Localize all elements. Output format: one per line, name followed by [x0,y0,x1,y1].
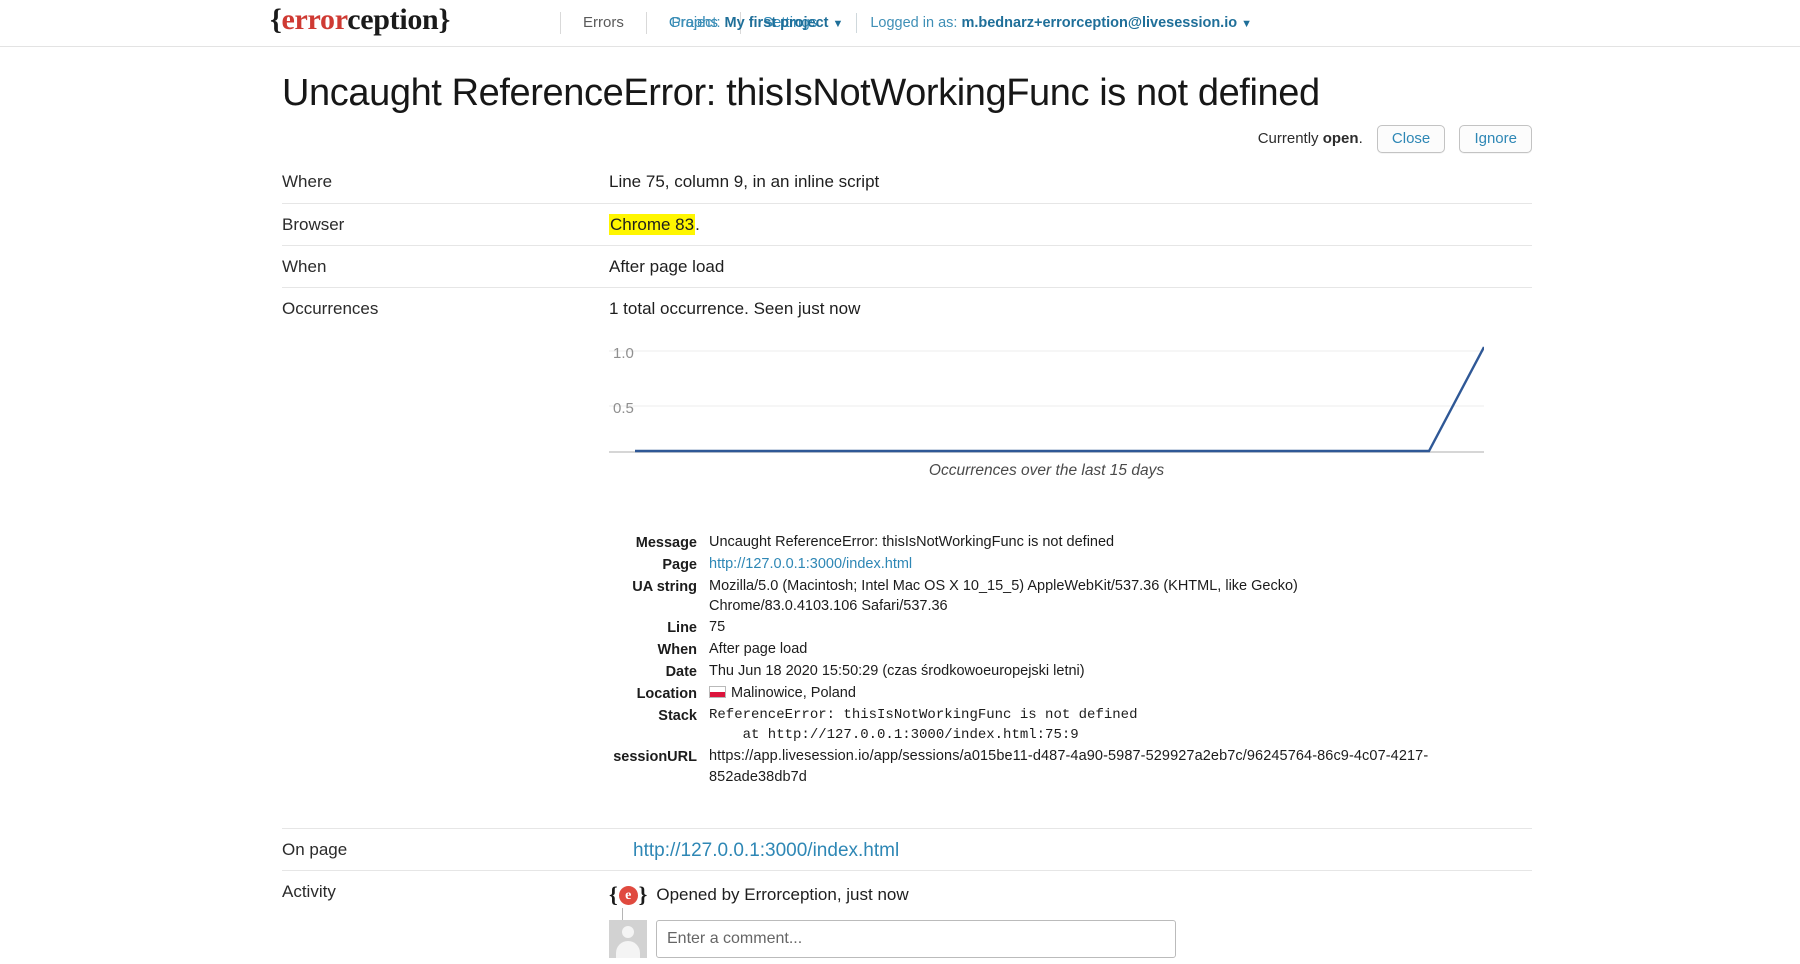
detail-value: https://app.livesession.io/app/sessions/… [709,748,1429,785]
chart-caption: Occurrences over the last 15 days [928,462,1165,479]
detail-label: Date [665,664,697,680]
location-text: Malinowice, Poland [731,685,856,701]
status-suffix: . [1358,129,1363,147]
table-row-when: When After page load [282,245,1532,287]
errorception-badge-icon: {e} [609,882,648,907]
detail-label: Page [662,557,697,573]
detail-value: After page load [709,641,808,657]
detail-label: Stack [658,708,697,724]
table-row-where: Where Line 75, column 9, in an inline sc… [282,161,1532,203]
page-url-link[interactable]: http://127.0.0.1:3000/index.html [709,556,912,572]
detail-label: Line [667,620,697,636]
bottom-rows: On page http://127.0.0.1:3000/index.html… [282,828,1532,964]
user-menu[interactable]: Logged in as: m.bednarz+errorception@liv… [870,15,1252,31]
detail-row-location: Location Malinowice, Poland [609,683,1489,704]
detail-row-date: Date Thu Jun 18 2020 15:50:29 (czas środ… [609,661,1489,682]
poland-flag-icon [709,686,726,698]
logo-error-text: error [281,3,348,36]
table-row-browser: Browser Chrome 83. [282,203,1532,245]
chart-ytick-1: 1.0 [613,345,634,362]
row-value: 1 total occurrence. Seen just now [609,299,861,318]
detail-row-line: Line 75 [609,617,1489,638]
status-badge: open [1322,129,1359,147]
logged-in-label: Logged in as: [870,15,958,31]
page-title: Uncaught ReferenceError: thisIsNotWorkin… [282,72,1320,114]
row-label: Where [282,172,333,191]
nav-item-errors[interactable]: Errors [561,12,646,34]
logo-open-brace: { [270,3,282,36]
errorception-logo[interactable]: {errorception} [270,3,450,37]
comment-composer [609,908,1532,958]
browser-suffix: . [695,215,700,234]
row-label: When [282,257,327,276]
chart-ytick-0-5: 0.5 [613,400,634,417]
content-column: Uncaught ReferenceError: thisIsNotWorkin… [282,67,1532,964]
table-row-activity: Activity {e} Opened by Errorception, jus… [282,870,1532,964]
detail-row-page: Page http://127.0.0.1:3000/index.html [609,554,1489,575]
close-button[interactable]: Close [1376,125,1446,153]
detail-value: Mozilla/5.0 (Macintosh; Intel Mac OS X 1… [709,578,1298,614]
row-label: Occurrences [282,299,379,318]
account-divider [856,13,858,33]
chart-data-line [635,346,1484,453]
badge-letter: e [618,885,638,905]
browser-highlight: Chrome 83 [609,214,696,235]
detail-row-when: When After page load [609,639,1489,660]
detail-value: 75 [709,619,726,635]
status-prefix: Currently [1257,129,1319,147]
detail-label: UA string [632,579,697,595]
detail-label: Message [635,535,697,551]
ignore-button[interactable]: Ignore [1459,125,1532,153]
detail-row-ua-string: UA string Mozilla/5.0 (Macintosh; Intel … [609,576,1489,616]
detail-value: Malinowice, Poland [709,683,1489,703]
chevron-down-icon: ▼ [832,18,844,30]
page-body: Uncaught ReferenceError: thisIsNotWorkin… [0,47,1800,964]
detail-label: When [657,642,697,658]
error-detail-table: Message Uncaught ReferenceError: thisIsN… [609,532,1489,788]
table-row-occurrences: Occurrences 1 total occurrence. Seen jus… [282,287,1532,329]
row-value: Chrome 83. [609,214,1532,235]
detail-label: sessionURL [613,749,697,765]
detail-row-stack: Stack ReferenceError: thisIsNotWorkingFu… [609,705,1489,745]
detail-label: Location [636,686,697,702]
detail-row-session-url: sessionURL https://app.livesession.io/ap… [609,746,1489,788]
detail-value: Uncaught ReferenceError: thisIsNotWorkin… [709,534,1115,550]
project-value: My first project [724,15,829,31]
chevron-down-icon: ▼ [1241,18,1252,30]
row-label: On page [282,840,348,859]
top-navigation-bar: {errorception} Errors Graphs Settings Pr… [0,0,1800,47]
project-label: Project: [671,15,721,31]
avatar [609,920,647,958]
detail-value: ReferenceError: thisIsNotWorkingFunc is … [709,707,1138,743]
row-value: http://127.0.0.1:3000/index.html [609,840,1532,862]
summary-rows: Where Line 75, column 9, in an inline sc… [282,161,1532,329]
status-action-row: Currently open. Close Ignore [282,125,1532,155]
chart-svg [609,346,1484,453]
on-page-url-link[interactable]: http://127.0.0.1:3000/index.html [633,840,899,861]
activity-body: {e} Opened by Errorception, just now [609,882,1532,958]
logged-in-email: m.bednarz+errorception@livesession.io [961,15,1238,31]
table-row-on-page: On page http://127.0.0.1:3000/index.html [282,828,1532,870]
detail-row-message: Message Uncaught ReferenceError: thisIsN… [609,532,1489,553]
detail-value: http://127.0.0.1:3000/index.html [709,554,1489,574]
logo-ception-text: ception [347,3,439,36]
activity-text: Opened by Errorception, just now [656,885,909,904]
row-label: Browser [282,215,345,234]
activity-entry: {e} Opened by Errorception, just now [609,882,1532,908]
comment-input[interactable] [656,920,1176,958]
row-value: Line 75, column 9, in an inline script [609,172,880,191]
occurrences-chart: 1.0 0.5 Occurrences over the last 15 day… [609,342,1484,492]
account-area: Project: My first project ▼ Logged in as:… [671,13,1252,33]
logo-close-brace: } [438,3,450,36]
row-value: After page load [609,257,725,276]
detail-value: Thu Jun 18 2020 15:50:29 (czas środkowoe… [709,663,1085,679]
project-selector[interactable]: Project: My first project ▼ [671,15,843,31]
row-label: Activity [282,882,336,901]
